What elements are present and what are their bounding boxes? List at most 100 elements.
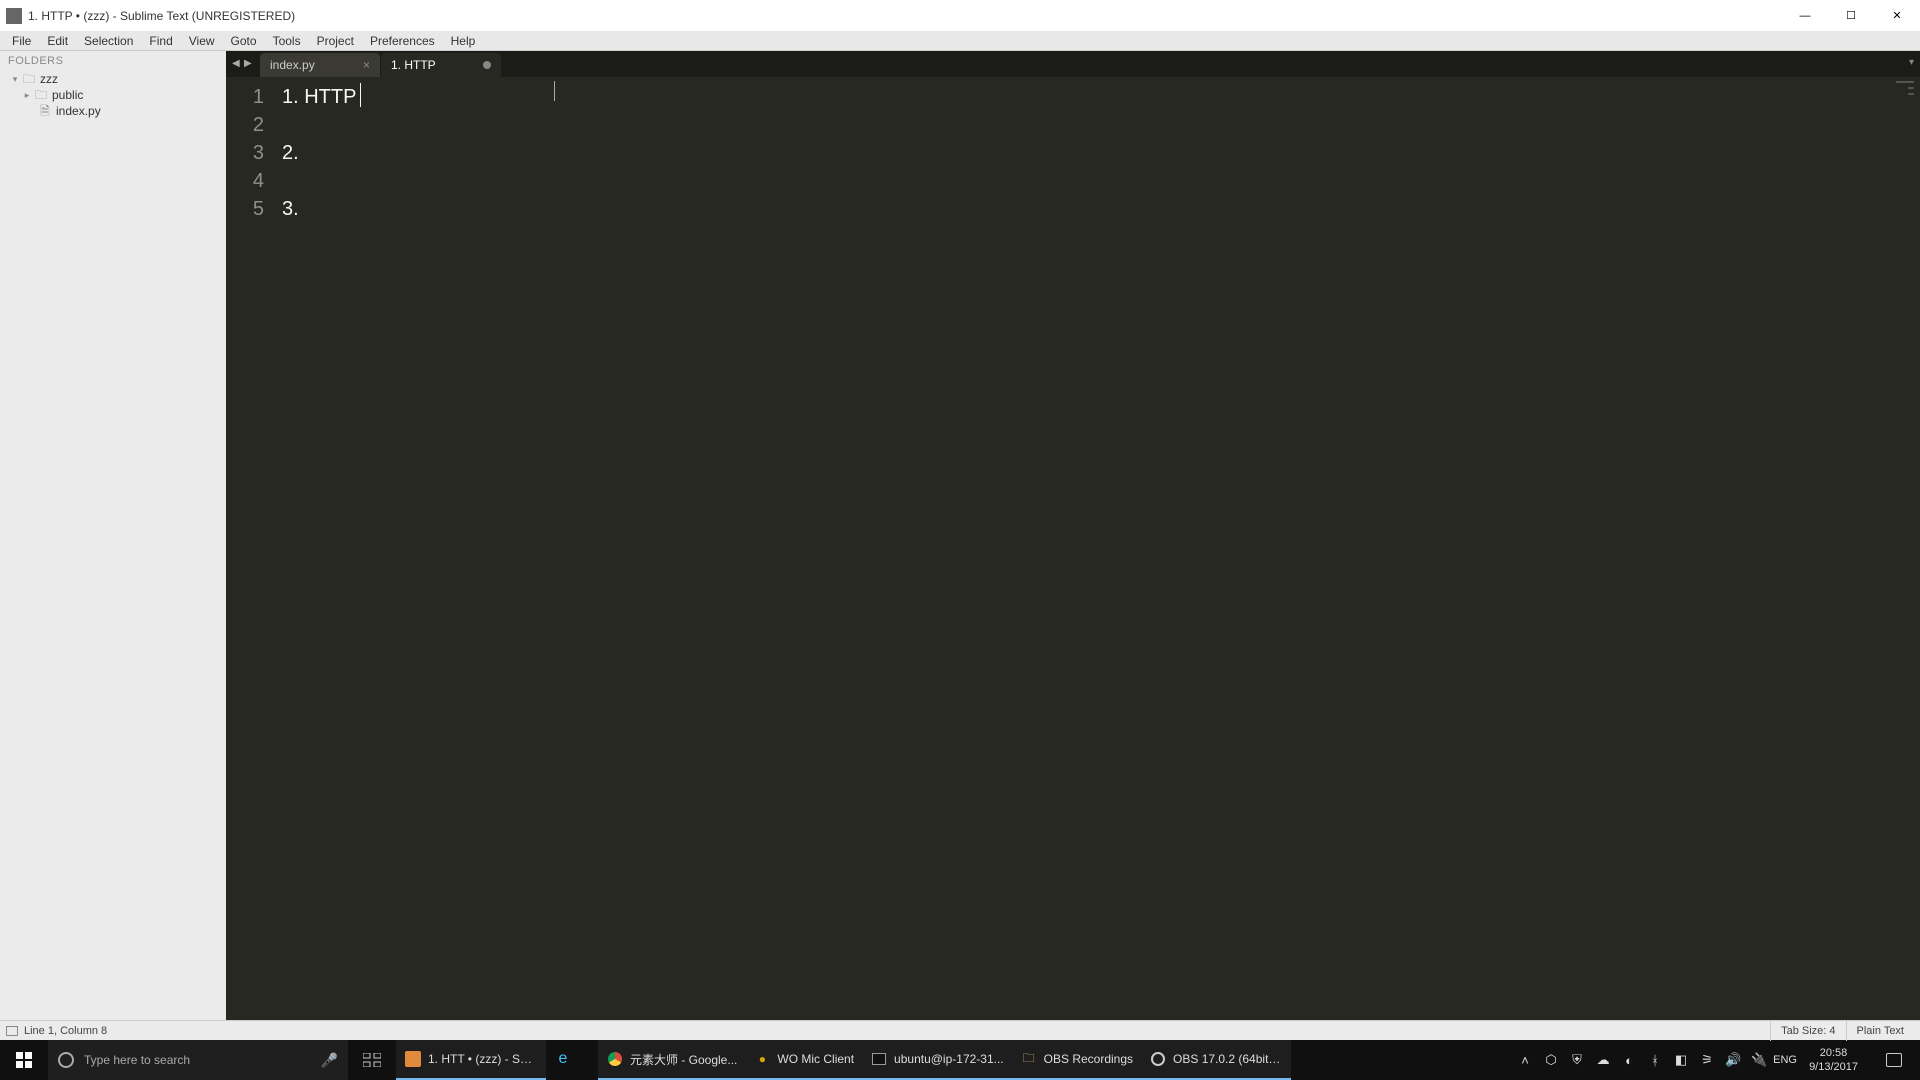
status-tab-size[interactable]: Tab Size: 4	[1770, 1021, 1845, 1041]
tab-close-icon[interactable]: ×	[363, 58, 370, 72]
file-icon: 🗎	[38, 103, 52, 119]
menu-find[interactable]: Find	[141, 32, 180, 50]
search-placeholder: Type here to search	[84, 1053, 190, 1067]
tray-clock[interactable]: 20:58 9/13/2017	[1803, 1046, 1864, 1074]
code-line: 3.	[282, 195, 1860, 223]
text-cursor	[360, 83, 361, 107]
app-icon	[6, 8, 22, 24]
tray-chevron-up-icon[interactable]: ˄	[1517, 1052, 1533, 1068]
tab-dirty-icon[interactable]	[483, 61, 491, 69]
line-number: 3	[226, 139, 264, 167]
tab-nav-forward-icon[interactable]: ▶	[244, 59, 254, 69]
menu-view[interactable]: View	[181, 32, 223, 50]
statusbar: Line 1, Column 8 Tab Size: 4 Plain Text	[0, 1020, 1920, 1040]
taskbar-app-edge[interactable]: e	[546, 1040, 598, 1080]
line-number: 1	[226, 83, 264, 111]
tray-power-icon[interactable]: 🔌	[1751, 1052, 1767, 1068]
task-label: OBS Recordings	[1044, 1052, 1133, 1066]
tree-root-folder[interactable]: ▾ 🗀 zzz	[4, 71, 222, 87]
menu-tools[interactable]: Tools	[265, 32, 309, 50]
tree-file-indexpy[interactable]: 🗎 index.py	[4, 103, 222, 119]
menu-help[interactable]: Help	[443, 32, 484, 50]
tab-1-http[interactable]: 1. HTTP	[381, 53, 501, 77]
menu-goto[interactable]: Goto	[223, 32, 265, 50]
womic-icon: ●	[753, 1050, 771, 1068]
code-line: 2.	[282, 139, 1860, 167]
chevron-right-icon[interactable]: ▸	[22, 87, 32, 103]
action-center-button[interactable]	[1874, 1040, 1914, 1080]
windows-logo-icon	[16, 1052, 32, 1068]
tab-overflow-icon[interactable]: ▾	[1909, 57, 1914, 68]
tray-security-icon[interactable]: ⬡	[1543, 1052, 1559, 1068]
task-label: WO Mic Client	[777, 1052, 854, 1066]
task-view-icon	[363, 1053, 381, 1067]
task-view-button[interactable]	[348, 1040, 396, 1080]
menu-preferences[interactable]: Preferences	[362, 32, 443, 50]
tray-volume-icon[interactable]: 🔊	[1725, 1052, 1741, 1068]
notification-icon	[1886, 1053, 1902, 1067]
tray-language[interactable]: ENG	[1777, 1052, 1793, 1068]
tab-nav-back-icon[interactable]: ◀	[232, 59, 242, 69]
code-line: 1. HTTP	[282, 83, 1860, 111]
tray-date: 9/13/2017	[1809, 1060, 1858, 1074]
tray-cloud-icon[interactable]: ☁	[1595, 1052, 1611, 1068]
tray-bluetooth-icon[interactable]: ᚼ	[1647, 1052, 1663, 1068]
close-button[interactable]: ✕	[1874, 0, 1920, 31]
tray-steam-icon[interactable]: ◐	[1621, 1052, 1637, 1068]
search-box[interactable]: Type here to search 🎤	[48, 1040, 348, 1080]
folder-icon: 🗀	[1020, 1050, 1038, 1068]
task-label: ubuntu@ip-172-31...	[894, 1052, 1004, 1066]
taskbar-app-chrome[interactable]: 元素大师 - Google...	[598, 1040, 745, 1080]
tab-title: 1. HTTP	[391, 58, 475, 72]
edge-icon: e	[554, 1050, 572, 1068]
code-line	[282, 167, 1860, 195]
tabstrip: ◀ ▶ index.py × 1. HTTP ▾	[226, 51, 1920, 77]
minimap[interactable]	[1860, 77, 1920, 1020]
maximize-button[interactable]: ☐	[1828, 0, 1874, 31]
folder-open-icon: 🗀	[22, 71, 36, 87]
menu-edit[interactable]: Edit	[39, 32, 76, 50]
folder-tree: ▾ 🗀 zzz ▸ 🗀 public 🗎 index.py	[0, 71, 226, 119]
panel-switch-icon[interactable]	[6, 1026, 18, 1036]
mouse-ibeam-icon	[554, 81, 555, 101]
task-label: 1. HTT • (zzz) - Subl...	[428, 1052, 538, 1066]
line-number: 5	[226, 195, 264, 223]
menu-project[interactable]: Project	[309, 32, 362, 50]
tray-wifi-icon[interactable]: ⚞	[1699, 1052, 1715, 1068]
tray-time: 20:58	[1809, 1046, 1858, 1060]
sublime-icon	[404, 1050, 422, 1068]
code-editor[interactable]: 1. HTTP 2. 3.	[274, 77, 1860, 1020]
tab-title: index.py	[270, 58, 355, 72]
tray-shield-icon[interactable]: ⛨	[1569, 1052, 1585, 1068]
taskbar-app-obs[interactable]: OBS 17.0.2 (64bit, w...	[1141, 1040, 1291, 1080]
search-icon	[58, 1052, 74, 1068]
taskbar-app-explorer[interactable]: 🗀 OBS Recordings	[1012, 1040, 1141, 1080]
taskbar-app-womic[interactable]: ● WO Mic Client	[745, 1040, 862, 1080]
status-position: Line 1, Column 8	[24, 1025, 107, 1037]
system-tray: ˄ ⬡ ⛨ ☁ ◐ ᚼ ◧ ⚞ 🔊 🔌 ENG 20:58 9/13/2017	[1511, 1040, 1920, 1080]
menu-selection[interactable]: Selection	[76, 32, 141, 50]
task-label: 元素大师 - Google...	[630, 1051, 737, 1068]
line-number: 4	[226, 167, 264, 195]
titlebar: 1. HTTP • (zzz) - Sublime Text (UNREGIST…	[0, 0, 1920, 31]
windows-taskbar: Type here to search 🎤 1. HTT • (zzz) - S…	[0, 1040, 1920, 1080]
status-syntax[interactable]: Plain Text	[1846, 1021, 1915, 1041]
menu-file[interactable]: File	[4, 32, 39, 50]
taskbar-app-sublime[interactable]: 1. HTT • (zzz) - Subl...	[396, 1040, 546, 1080]
tray-app-icon[interactable]: ◧	[1673, 1052, 1689, 1068]
line-number: 2	[226, 111, 264, 139]
taskbar-app-putty[interactable]: ubuntu@ip-172-31...	[862, 1040, 1012, 1080]
start-button[interactable]	[0, 1040, 48, 1080]
minimize-button[interactable]: —	[1782, 0, 1828, 31]
window-title: 1. HTTP • (zzz) - Sublime Text (UNREGIST…	[28, 9, 295, 23]
tree-folder-label: public	[52, 87, 83, 103]
editor-area: ◀ ▶ index.py × 1. HTTP ▾ 1 2 3 4 5 1.	[226, 51, 1920, 1020]
menubar: File Edit Selection Find View Goto Tools…	[0, 31, 1920, 51]
code-line	[282, 111, 1860, 139]
tree-folder-public[interactable]: ▸ 🗀 public	[4, 87, 222, 103]
microphone-icon[interactable]: 🎤	[321, 1052, 338, 1069]
sidebar: FOLDERS ▾ 🗀 zzz ▸ 🗀 public 🗎 index.py	[0, 51, 226, 1020]
tab-indexpy[interactable]: index.py ×	[260, 53, 380, 77]
chevron-down-icon[interactable]: ▾	[10, 71, 20, 87]
task-label: OBS 17.0.2 (64bit, w...	[1173, 1052, 1283, 1066]
